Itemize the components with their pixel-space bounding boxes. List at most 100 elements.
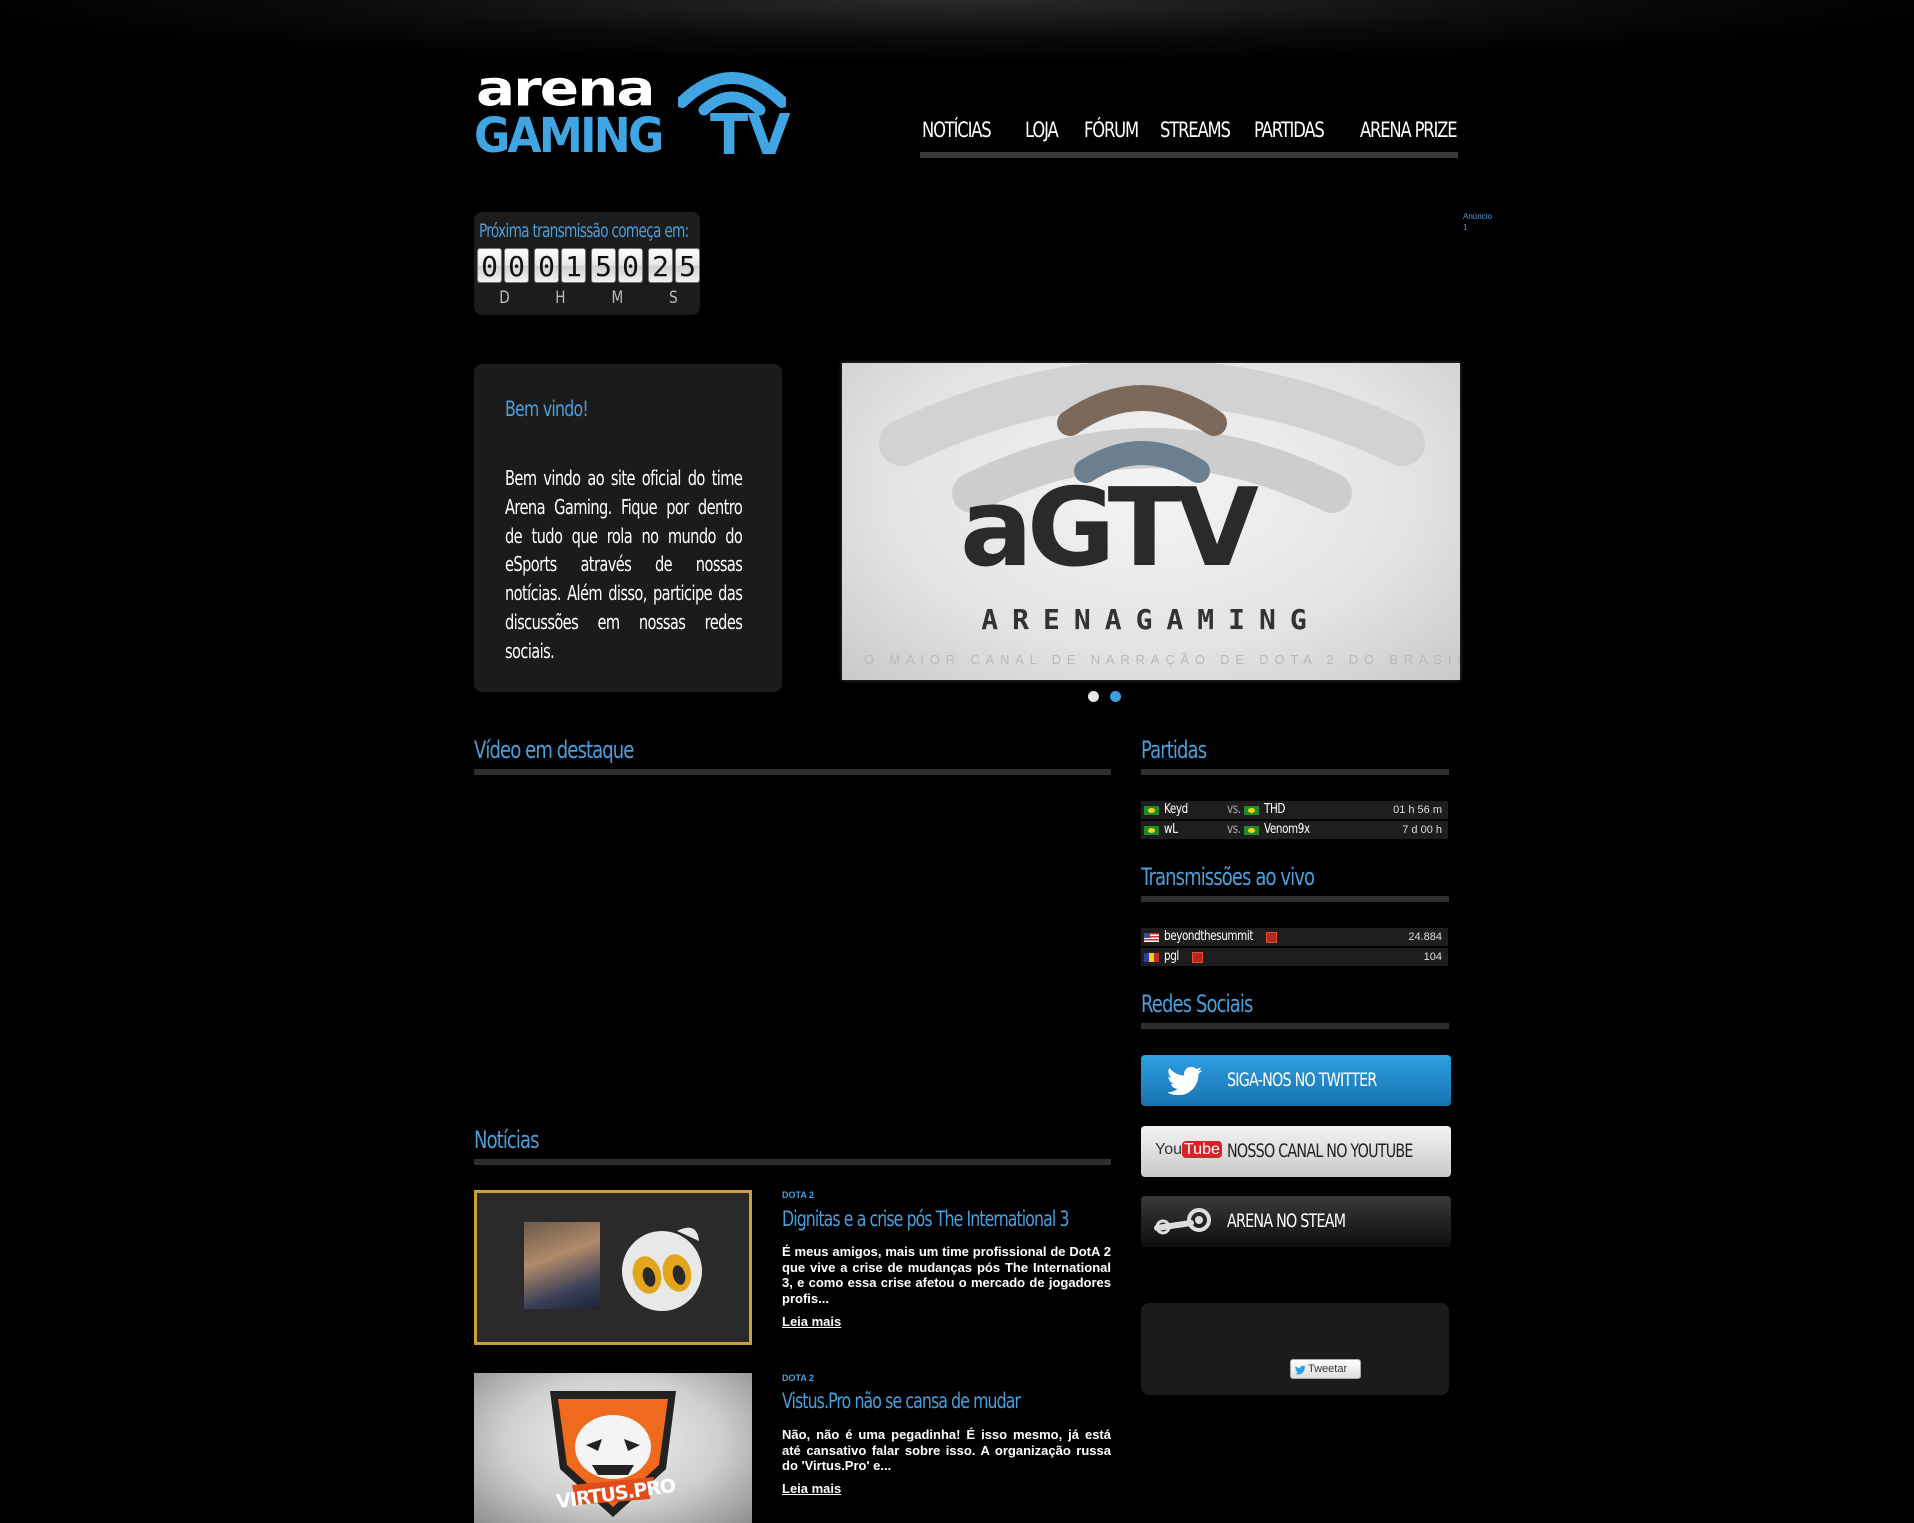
social-title: Redes Sociais	[1141, 990, 1253, 1018]
countdown-digit: 0	[618, 248, 643, 283]
featured-video-title: Vídeo em destaque	[474, 736, 634, 764]
steam-logo-icon	[1154, 1208, 1211, 1235]
welcome-text: Bem vindo ao site oficial do time Arena …	[505, 466, 743, 663]
agtv-logo-text: aGTV	[960, 466, 1259, 591]
unit-hours: H	[555, 288, 566, 308]
countdown-digit: 0	[477, 248, 502, 283]
live-streams-divider	[1141, 896, 1449, 902]
tweet-button[interactable]: Tweetar	[1290, 1359, 1361, 1379]
main-nav: NOTÍCIAS LOJA FÓRUM STREAMS PARTIDAS ARE…	[920, 118, 1458, 158]
welcome-title: Bem vindo!	[505, 397, 589, 421]
news-category: DOTA 2	[782, 1190, 815, 1200]
youtube-you: You	[1155, 1141, 1182, 1158]
countdown-digit: 2	[648, 248, 673, 283]
countdown-digit: 5	[675, 248, 700, 283]
nav-loja[interactable]: LOJA	[1025, 118, 1059, 142]
stream-channel: beyondthesummit	[1164, 929, 1254, 944]
broadcast-countdown: Próxima transmissão começa em: 0 0 0 1 5…	[474, 212, 700, 315]
dota2-icon	[1266, 932, 1277, 943]
slider-brand: ARENAGAMING	[981, 603, 1321, 636]
match-team1: Keyd	[1164, 802, 1188, 817]
wifi-signal-icon	[678, 72, 786, 116]
match-vs: vs.	[1227, 802, 1241, 817]
dignitas-logo-icon	[622, 1227, 702, 1311]
twitter-bird-icon	[1295, 1363, 1306, 1375]
nav-noticias[interactable]: NOTÍCIAS	[922, 118, 992, 142]
match-team1: wL	[1164, 822, 1178, 837]
news-title: Notícias	[474, 1126, 540, 1154]
countdown-digit: 1	[561, 248, 586, 283]
stream-viewers: 104	[1423, 951, 1442, 963]
brazil-flag-icon	[1144, 806, 1159, 815]
slider-dots	[1088, 691, 1132, 702]
brazil-flag-icon	[1244, 806, 1259, 815]
nav-forum[interactable]: FÓRUM	[1084, 118, 1139, 142]
match-row[interactable]: wL vs. Venom9x 7 d 00 h	[1141, 821, 1448, 839]
ad-label-text: Anúncio	[1463, 212, 1492, 221]
countdown-digit: 0	[534, 248, 559, 283]
news-headline[interactable]: Vistus.Pro não se cansa de mudar	[782, 1389, 1021, 1413]
news-thumbnail[interactable]	[474, 1190, 752, 1345]
stream-viewers: 24.884	[1408, 931, 1442, 943]
countdown-digit: 0	[504, 248, 529, 283]
nav-arena-prize[interactable]: ARENA PRIZE	[1360, 118, 1458, 142]
stream-row[interactable]: pgl 104	[1141, 948, 1448, 966]
matches-divider	[1141, 769, 1449, 775]
read-more-link[interactable]: Leia mais	[782, 1481, 841, 1496]
slider-dot-2[interactable]	[1110, 691, 1121, 702]
read-more-link[interactable]: Leia mais	[782, 1314, 841, 1329]
logo-line-arena: arena	[476, 59, 656, 118]
unit-days: D	[499, 288, 510, 308]
steam-button-label: ARENA NO STEAM	[1227, 1210, 1346, 1232]
romania-flag-icon	[1144, 953, 1159, 962]
match-time: 7 d 00 h	[1402, 824, 1442, 836]
countdown-digit: 5	[591, 248, 616, 283]
hero-slider[interactable]: aGTV ARENAGAMING O MAIOR CANAL DE NARRAÇ…	[842, 363, 1460, 680]
unit-minutes: M	[611, 288, 624, 308]
news-excerpt: Não, não é uma pegadinha! É isso mesmo, …	[782, 1427, 1111, 1473]
usa-flag-icon	[1144, 933, 1159, 942]
twitter-button-label: SIGA-NOS NO TWITTER	[1227, 1069, 1377, 1091]
match-row[interactable]: Keyd vs. THD 01 h 56 m	[1141, 801, 1448, 819]
news-category: DOTA 2	[782, 1373, 815, 1383]
news-headline[interactable]: Dignitas e a crise pós The International…	[782, 1207, 1069, 1231]
match-team2: Venom9x	[1264, 822, 1310, 837]
unit-seconds: S	[669, 288, 678, 308]
news-divider	[474, 1159, 1111, 1165]
youtube-logo-icon: You Tube	[1155, 1141, 1222, 1159]
youtube-channel-button[interactable]: You Tube NOSSO CANAL NO YOUTUBE	[1141, 1126, 1451, 1177]
twitter-follow-button[interactable]: SIGA-NOS NO TWITTER	[1141, 1055, 1451, 1106]
tweet-widget: Tweetar	[1141, 1303, 1449, 1395]
player-photo	[524, 1222, 600, 1309]
welcome-box: Bem vindo! Bem vindo ao site oficial do …	[474, 364, 782, 692]
tweet-button-label: Tweetar	[1308, 1363, 1348, 1375]
stream-channel: pgl	[1164, 949, 1179, 964]
nav-streams[interactable]: STREAMS	[1160, 118, 1231, 142]
ad-label[interactable]: Anúncio 1	[1463, 211, 1492, 233]
youtube-button-label: NOSSO CANAL NO YOUTUBE	[1227, 1140, 1413, 1162]
news-thumbnail[interactable]: VIRTUS.PRO	[474, 1373, 752, 1523]
featured-video-player[interactable]	[474, 790, 1111, 1100]
ad-label-number: 1	[1463, 223, 1468, 232]
youtube-tube: Tube	[1182, 1141, 1222, 1158]
twitter-bird-icon	[1167, 1067, 1202, 1095]
brazil-flag-icon	[1244, 826, 1259, 835]
logo-line-gaming: GAMING	[474, 108, 664, 164]
brazil-flag-icon	[1144, 826, 1159, 835]
countdown-digits: 0 0 0 1 5 0 2 5	[477, 248, 702, 284]
live-streams-title: Transmissões ao vivo	[1141, 863, 1315, 891]
dota2-icon	[1192, 952, 1203, 963]
featured-video-divider	[474, 769, 1111, 775]
stream-row[interactable]: beyondthesummit 24.884	[1141, 928, 1448, 946]
slider-dot-1[interactable]	[1088, 691, 1099, 702]
countdown-label: Próxima transmissão começa em:	[479, 220, 689, 242]
news-excerpt: É meus amigos, mais um time profissional…	[782, 1244, 1111, 1306]
site-logo[interactable]: arena GAMING TV	[474, 58, 791, 168]
match-time: 01 h 56 m	[1393, 804, 1442, 816]
nav-partidas[interactable]: PARTIDAS	[1254, 118, 1325, 142]
steam-button[interactable]: ARENA NO STEAM	[1141, 1196, 1451, 1247]
match-vs: vs.	[1227, 822, 1241, 837]
top-glow	[0, 0, 1914, 60]
matches-title: Partidas	[1141, 736, 1207, 764]
slider-tagline: O MAIOR CANAL DE NARRAÇÃO DE DOTA 2 DO B…	[864, 652, 1460, 667]
